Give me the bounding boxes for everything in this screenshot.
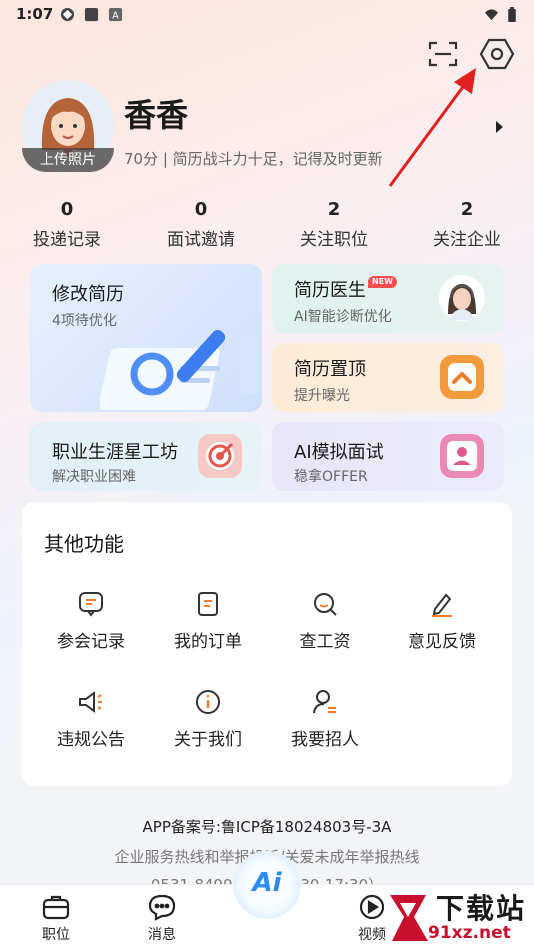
order-icon [198,592,218,616]
target-icon [198,434,242,478]
briefcase-icon [42,895,70,920]
stat-followed-companies[interactable]: 2 关注企业 [402,198,532,252]
card-title: 简历医生 [294,280,366,301]
resume-top-card[interactable]: 简历置顶 提升曝光 [272,343,504,412]
upload-photo-button[interactable]: 上传照片 [22,148,114,172]
func-label: 我要招人 [291,730,359,750]
stat-label: 关注职位 [300,230,368,250]
interview-user-icon [440,434,484,478]
resume-doctor-card[interactable]: 简历医生 NEW AI智能诊断优化 [272,264,504,333]
other-functions-panel: 其他功能 参会记录 我的订单 查工资 意见反馈 违规公告 关于我们 我要招人 [22,502,512,786]
ai-button-label: Ai [252,868,282,898]
stat-applications[interactable]: 0 投递记录 [2,198,132,252]
settings-gear-icon[interactable] [479,37,515,71]
ai-assistant-button[interactable]: Ai [236,854,298,916]
card-title: AI模拟面试 [294,442,384,463]
chevron-right-icon[interactable] [494,120,504,134]
card-subtitle: 提升曝光 [294,388,350,404]
scan-icon[interactable] [428,40,458,68]
message-icon [148,894,176,921]
func-feedback[interactable]: 意见反馈 [383,590,501,654]
tab-jobs[interactable]: 职位 [16,893,96,945]
card-title: 职业生涯星工坊 [52,442,178,463]
megaphone-icon [79,691,102,713]
stat-value: 0 [194,199,208,220]
resume-score-text[interactable]: 70分 | 简历战斗力十足，记得及时更新 [124,148,383,169]
doctor-avatar-icon [439,275,485,321]
battery-icon [508,7,516,22]
stat-interviews[interactable]: 0 面试邀请 [136,198,266,252]
stat-value: 0 [60,199,74,220]
ai-interview-card[interactable]: AI模拟面试 稳拿OFFER [272,422,504,491]
stats-row: 0 投递记录 0 面试邀请 2 关注职位 2 关注企业 [0,198,534,258]
stat-label: 投递记录 [33,230,101,250]
svg-text:A: A [112,10,119,21]
career-workshop-card[interactable]: 职业生涯星工坊 解决职业困难 [30,422,262,491]
app-a-icon: A [108,7,123,21]
resume-edit-illustration [100,330,258,410]
func-check-salary[interactable]: 查工资 [266,590,384,654]
stat-label: 面试邀请 [167,230,235,250]
stat-label: 关注企业 [433,230,501,250]
func-label: 违规公告 [57,730,125,750]
wifi-icon [484,9,499,21]
stat-value: 2 [327,199,341,220]
func-meeting-records[interactable]: 参会记录 [32,590,150,654]
func-label: 关于我们 [174,730,242,750]
salary-search-icon [314,593,337,616]
icp-record: APP备案号:鲁ICP备18024803号-3A [142,818,392,836]
func-my-orders[interactable]: 我的订单 [149,590,267,654]
func-label: 查工资 [299,632,351,652]
info-icon [196,690,220,714]
func-recruit[interactable]: 我要招人 [266,688,384,752]
func-violation-notice[interactable]: 违规公告 [32,688,150,752]
watermark: 下载站 91xz.net [380,885,534,950]
card-title: 简历置顶 [294,359,366,380]
stat-followed-jobs[interactable]: 2 关注职位 [269,198,399,252]
new-badge: NEW [368,276,397,288]
user-name: 香香 [124,96,189,134]
pin-top-icon [440,355,484,399]
chat-record-icon [79,592,103,617]
watermark-logo-icon [390,895,428,941]
func-label: 我的订单 [174,632,242,652]
app-square-icon [84,7,99,22]
stat-value: 2 [460,199,474,220]
status-time: 1:07 [16,5,54,23]
card-subtitle: 稳拿OFFER [294,469,368,485]
watermark-url: 91xz.net [428,923,511,943]
feedback-pen-icon [432,593,452,617]
watermark-title: 下载站 [436,892,527,925]
tab-label: 消息 [148,927,176,943]
card-subtitle: 解决职业困难 [52,469,136,485]
tab-label: 职位 [42,927,70,943]
func-label: 参会记录 [57,632,125,652]
edit-resume-card[interactable]: 修改简历 4项待优化 [30,264,262,412]
vpn-icon [60,7,75,22]
annotation-arrow [388,68,476,187]
recruit-user-icon [313,690,336,714]
func-label: 意见反馈 [408,632,476,652]
tab-messages[interactable]: 消息 [122,893,202,945]
card-subtitle: AI智能诊断优化 [294,309,392,325]
status-bar: 1:07 A [0,0,534,30]
card-title: 修改简历 [52,284,124,305]
section-title: 其他功能 [44,532,124,556]
func-about-us[interactable]: 关于我们 [149,688,267,752]
